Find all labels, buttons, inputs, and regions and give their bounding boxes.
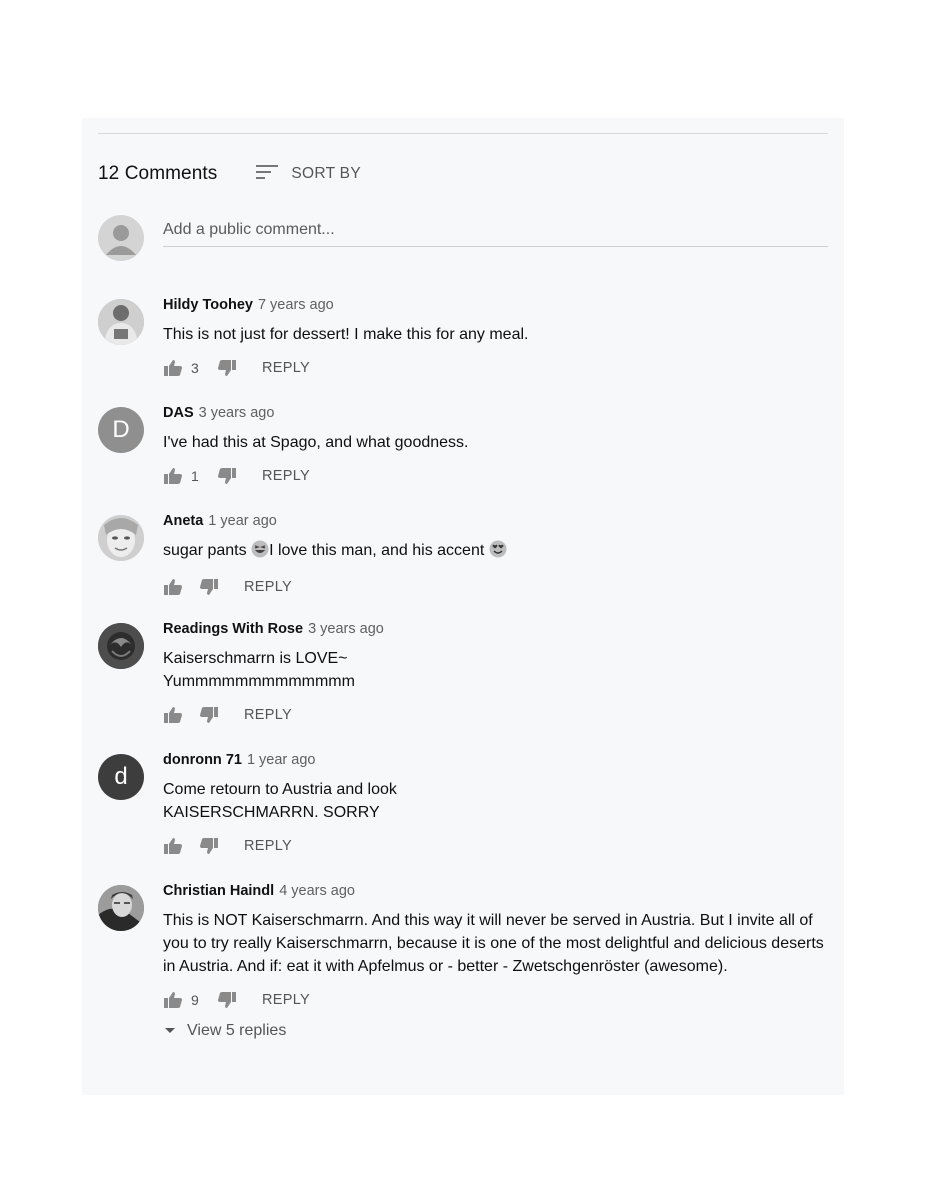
comment-author[interactable]: Christian Haindl — [163, 883, 274, 899]
comment-text: I've had this at Spago, and what goodnes… — [163, 434, 469, 451]
comment-count: 12 Comments — [98, 163, 218, 184]
comments-section: 12 Comments SORT BY Hildy Toohey 7 years… — [82, 118, 844, 1095]
comment-time[interactable]: 1 year ago — [208, 513, 277, 529]
add-comment-row — [98, 215, 828, 263]
avatar[interactable] — [98, 623, 144, 669]
avatar[interactable]: D — [98, 407, 144, 453]
like-count: 3 — [191, 360, 199, 376]
reply-button[interactable]: REPLY — [262, 992, 310, 1008]
thumbs-down-icon[interactable] — [199, 836, 219, 856]
thumbs-down-icon[interactable] — [199, 705, 219, 725]
comment-text-part: sugar pants — [163, 542, 252, 559]
comment-time[interactable]: 3 years ago — [308, 621, 384, 637]
comment-author[interactable]: Aneta — [163, 513, 203, 529]
thumbs-up-icon[interactable] — [163, 358, 183, 378]
avatar[interactable]: d — [98, 754, 144, 800]
comment-text: This is NOT Kaiserschmarrn. And this way… — [163, 912, 824, 975]
reply-button[interactable]: REPLY — [244, 579, 292, 595]
thumbs-up-icon[interactable] — [163, 466, 183, 486]
add-comment-input[interactable] — [163, 215, 828, 247]
comment-time[interactable]: 4 years ago — [279, 883, 355, 899]
comment-author[interactable]: Hildy Toohey — [163, 297, 253, 313]
comment-time[interactable]: 3 years ago — [199, 405, 275, 421]
view-replies-label: View 5 replies — [187, 1022, 287, 1039]
comment-text-part: I love this man, and his accent — [269, 542, 489, 559]
avatar[interactable] — [98, 885, 144, 931]
thumbs-down-icon[interactable] — [199, 577, 219, 597]
comment-text-line: KAISERSCHMARRN. SORRY — [163, 804, 380, 821]
like-count: 9 — [191, 992, 199, 1008]
thumbs-up-icon[interactable] — [163, 705, 183, 725]
comment-text-line: Yummmmmmmmmmmmm — [163, 673, 355, 690]
divider — [98, 133, 828, 134]
thumbs-down-icon[interactable] — [217, 358, 237, 378]
comment-time[interactable]: 7 years ago — [258, 297, 334, 313]
comment-author[interactable]: donronn 71 — [163, 752, 242, 768]
sort-by-button[interactable]: SORT BY — [255, 162, 361, 187]
comment-text: This is not just for dessert! I make thi… — [163, 326, 529, 343]
thumbs-up-icon[interactable] — [163, 836, 183, 856]
comment-text-line: Come retourn to Austria and look — [163, 781, 397, 798]
thumbs-down-icon[interactable] — [217, 990, 237, 1010]
sort-icon — [255, 162, 279, 187]
avatar-letter: D — [112, 416, 130, 443]
avatar-letter: d — [114, 763, 128, 790]
reply-button[interactable]: REPLY — [244, 707, 292, 723]
laughing-emoji-icon — [251, 540, 269, 565]
comment-text: Kaiserschmarrn is LOVE~ Yummmmmmmmmmmmm — [163, 647, 831, 693]
avatar[interactable] — [98, 515, 144, 561]
heart-eyes-emoji-icon — [489, 540, 507, 565]
reply-button[interactable]: REPLY — [262, 360, 310, 376]
reply-button[interactable]: REPLY — [244, 838, 292, 854]
comment-text: sugar pants I love this man, and his acc… — [163, 539, 831, 565]
thumbs-up-icon[interactable] — [163, 577, 183, 597]
avatar[interactable] — [98, 299, 144, 345]
like-count: 1 — [191, 468, 199, 484]
comment-text: Come retourn to Austria and look KAISERS… — [163, 778, 831, 824]
reply-button[interactable]: REPLY — [262, 468, 310, 484]
view-replies-button[interactable]: View 5 replies — [163, 1022, 831, 1040]
thumbs-up-icon[interactable] — [163, 990, 183, 1010]
thumbs-down-icon[interactable] — [217, 466, 237, 486]
comments-header: 12 Comments SORT BY — [98, 160, 361, 188]
sort-by-label: SORT BY — [291, 165, 361, 182]
comment-author[interactable]: DAS — [163, 405, 194, 421]
comment-time[interactable]: 1 year ago — [247, 752, 316, 768]
comment-text-line: Kaiserschmarrn is LOVE~ — [163, 650, 348, 667]
user-avatar-icon — [98, 215, 144, 261]
caret-down-icon — [163, 1022, 177, 1040]
comment-author[interactable]: Readings With Rose — [163, 621, 303, 637]
